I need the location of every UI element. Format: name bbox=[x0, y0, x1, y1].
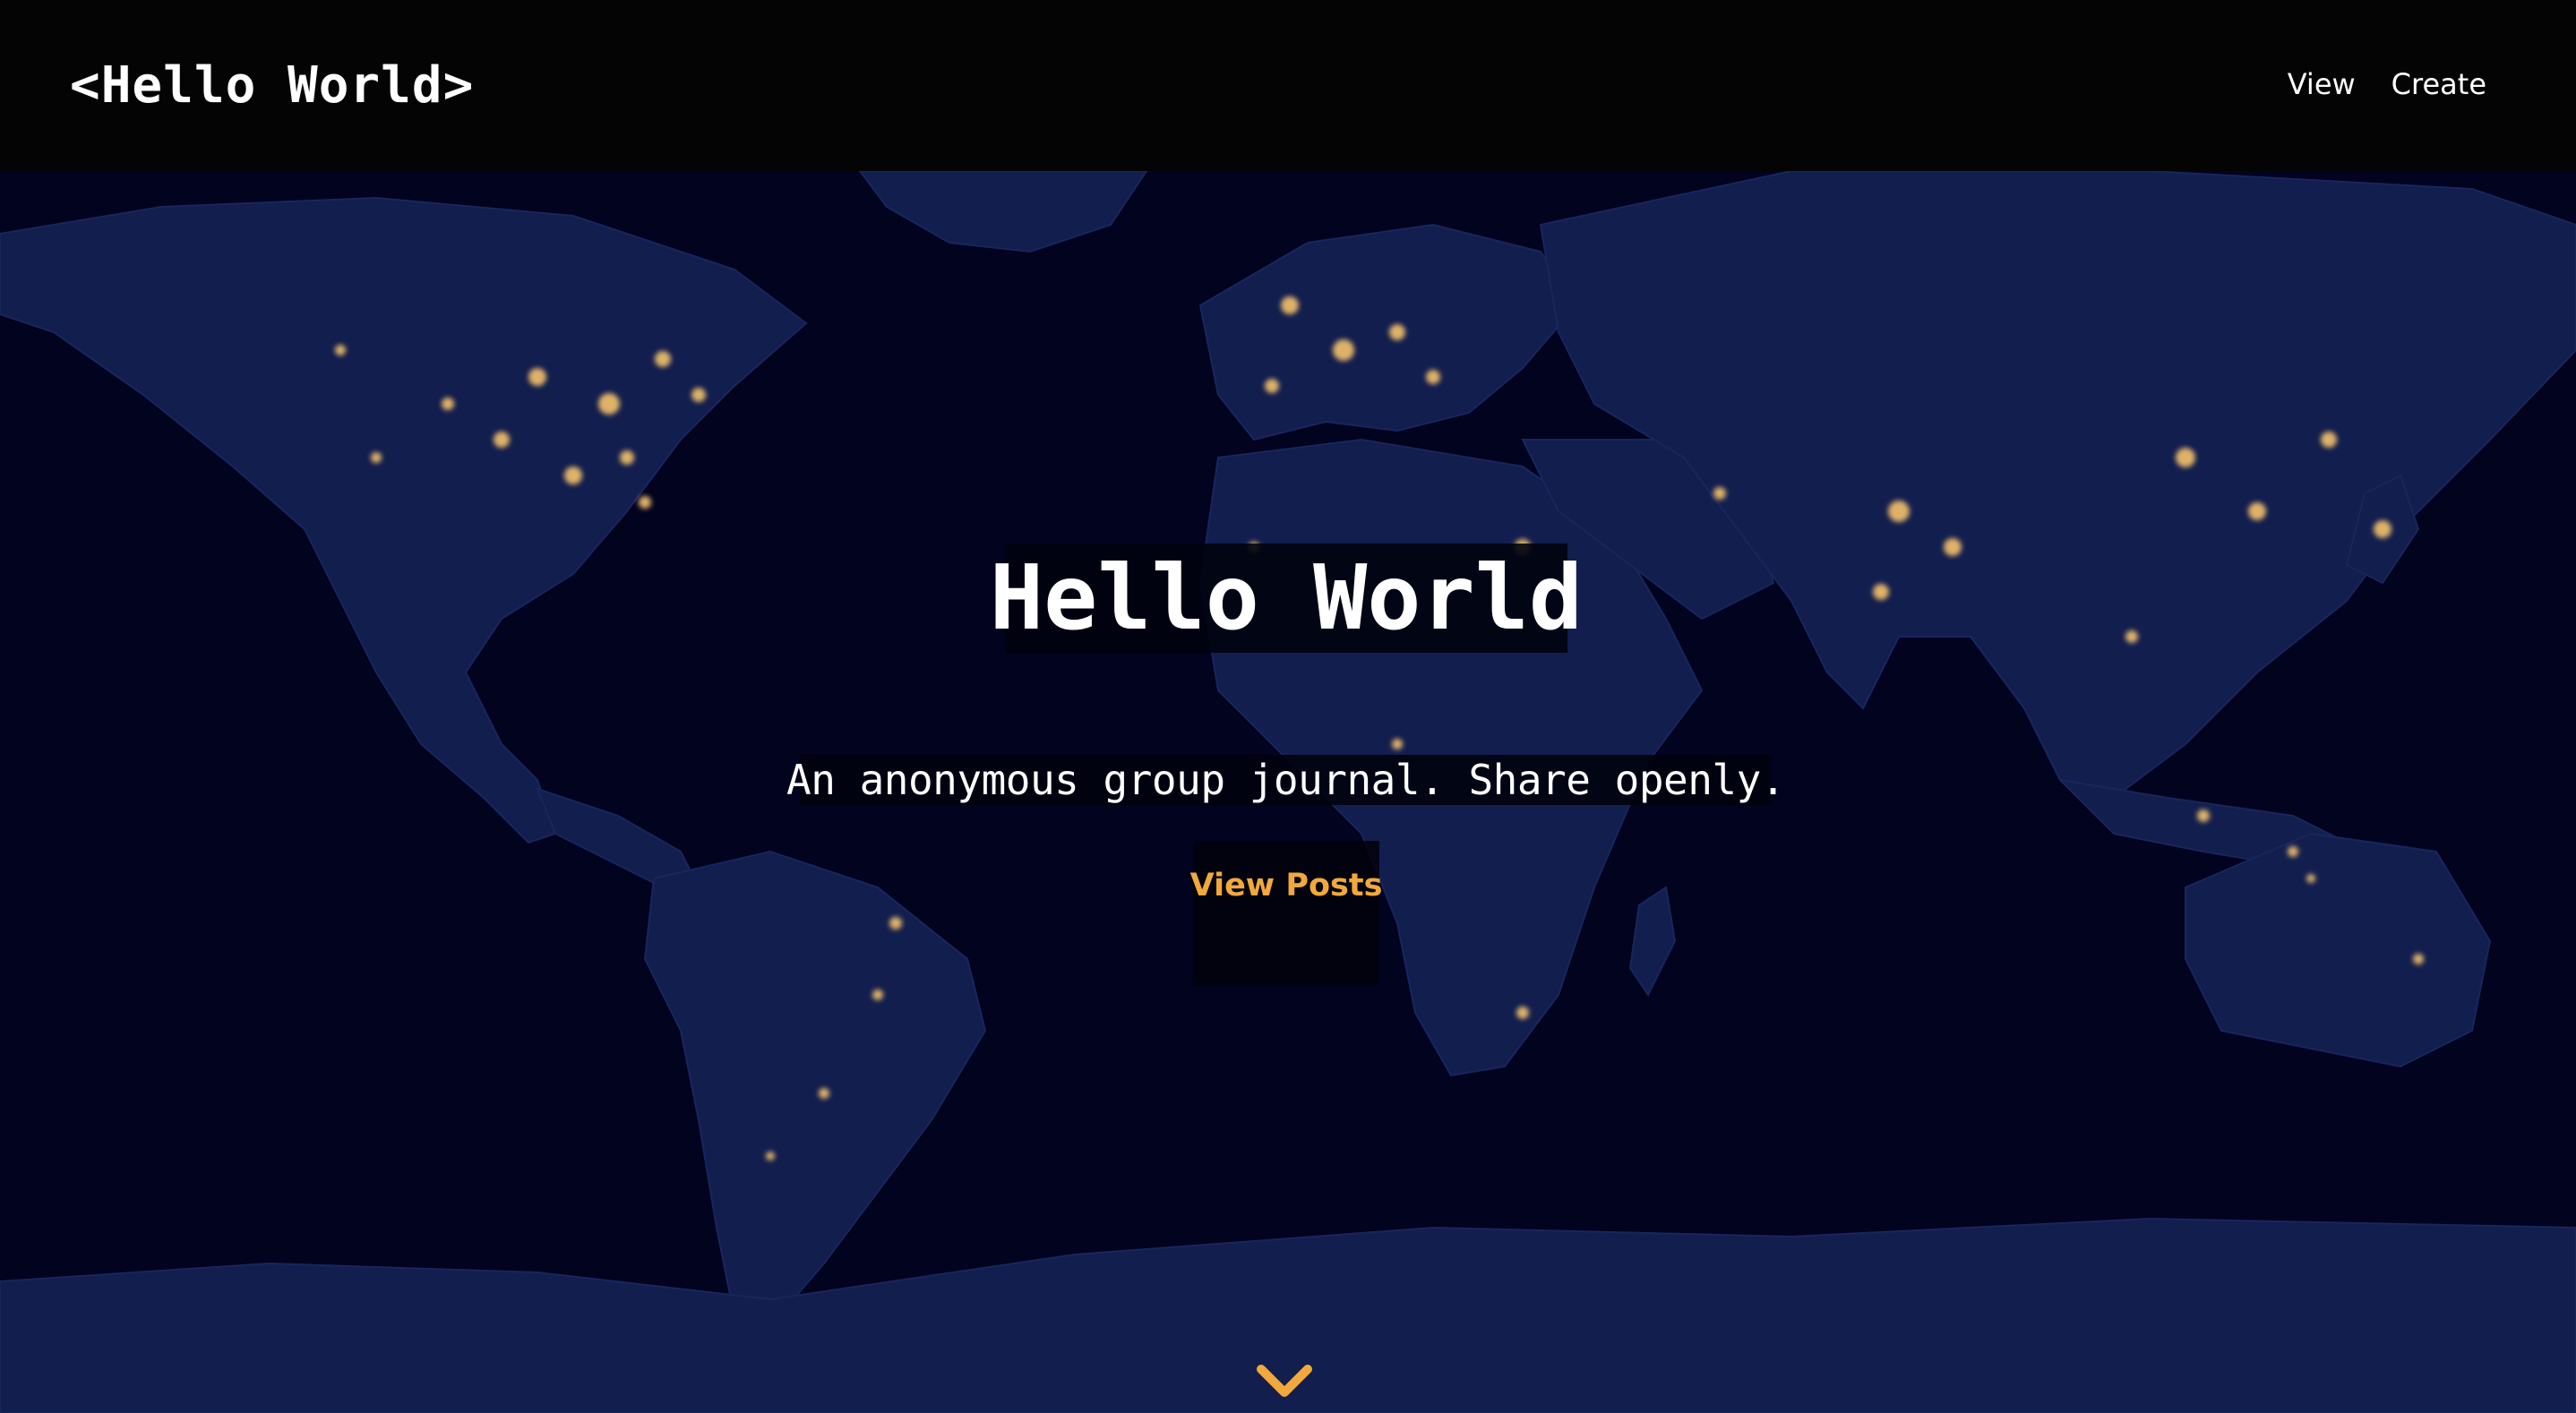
view-posts-button[interactable]: View Posts bbox=[1190, 841, 1382, 986]
nav-link-create[interactable]: Create bbox=[2391, 63, 2486, 106]
main-nav: View Create bbox=[2288, 63, 2486, 106]
brand-logo[interactable]: <Hello World> bbox=[70, 52, 474, 120]
hero-title: Hello World bbox=[989, 545, 1584, 650]
nav-link-view[interactable]: View bbox=[2288, 63, 2356, 106]
hero-subtitle: An anonymous group journal. Share openly… bbox=[786, 756, 1785, 804]
hero-section: Hello World An anonymous group journal. … bbox=[0, 171, 2576, 1413]
hero-subtitle-box: An anonymous group journal. Share openly… bbox=[786, 755, 1785, 805]
site-header: <Hello World> View Create bbox=[0, 0, 2576, 171]
hero-title-box: Hello World bbox=[990, 544, 1583, 653]
continent-australia bbox=[2185, 832, 2492, 1068]
view-posts-label: View Posts bbox=[1189, 868, 1383, 903]
chevron-down-icon[interactable] bbox=[1256, 1362, 1313, 1401]
